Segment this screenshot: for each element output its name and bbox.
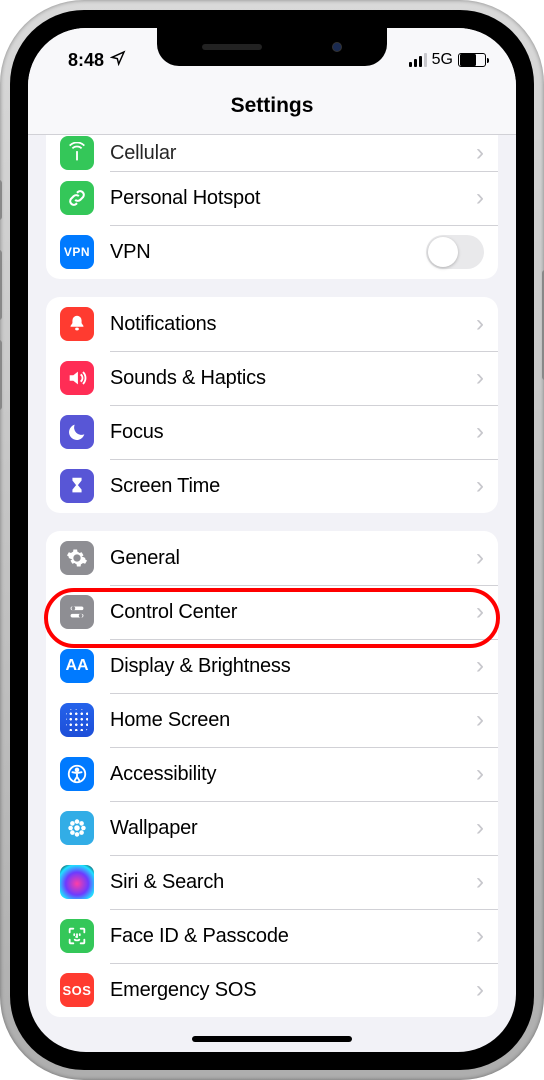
row-label: VPN: [110, 241, 426, 264]
hourglass-icon: [60, 469, 94, 503]
row-label: Notifications: [110, 313, 468, 336]
page-title: Settings: [231, 94, 314, 117]
row-label: Cellular: [110, 142, 468, 165]
phone-bezel: 8:48 5G Settings: [10, 10, 534, 1070]
faceid-icon: [60, 919, 94, 953]
speaker-icon: [60, 361, 94, 395]
row-label: Control Center: [110, 601, 468, 624]
chevron-right-icon: ›: [476, 706, 484, 734]
switches-icon: [60, 595, 94, 629]
row-label: Display & Brightness: [110, 655, 468, 678]
row-label: Wallpaper: [110, 817, 468, 840]
chevron-right-icon: ›: [476, 760, 484, 788]
row-display[interactable]: AA Display & Brightness ›: [46, 639, 498, 693]
flower-icon: [60, 811, 94, 845]
gear-icon: [60, 541, 94, 575]
front-camera: [332, 42, 342, 52]
moon-icon: [60, 415, 94, 449]
row-hotspot[interactable]: Personal Hotspot ›: [46, 171, 498, 225]
row-label: Screen Time: [110, 475, 468, 498]
grid-icon: [60, 703, 94, 737]
row-label: Focus: [110, 421, 468, 444]
group-connectivity: Cellular › Personal Hotspot › VPN VPN: [46, 135, 498, 279]
sos-icon: SOS: [60, 973, 94, 1007]
chevron-right-icon: ›: [476, 976, 484, 1004]
battery-icon: [458, 53, 486, 67]
row-label: Face ID & Passcode: [110, 925, 468, 948]
row-notifications[interactable]: Notifications ›: [46, 297, 498, 351]
row-controlcenter[interactable]: Control Center ›: [46, 585, 498, 639]
chevron-right-icon: ›: [476, 868, 484, 896]
nav-bar: Settings: [28, 80, 516, 135]
row-focus[interactable]: Focus ›: [46, 405, 498, 459]
row-wallpaper[interactable]: Wallpaper ›: [46, 801, 498, 855]
chevron-right-icon: ›: [476, 922, 484, 950]
row-sos[interactable]: SOS Emergency SOS ›: [46, 963, 498, 1017]
row-label: Home Screen: [110, 709, 468, 732]
row-label: Siri & Search: [110, 871, 468, 894]
chevron-right-icon: ›: [476, 418, 484, 446]
row-sounds[interactable]: Sounds & Haptics ›: [46, 351, 498, 405]
row-label: Emergency SOS: [110, 979, 468, 1002]
vpn-icon: VPN: [60, 235, 94, 269]
aa-icon: AA: [60, 649, 94, 683]
siri-icon: [60, 865, 94, 899]
accessibility-icon: [60, 757, 94, 791]
group-alerts: Notifications › Sounds & Haptics ›: [46, 297, 498, 513]
bell-icon: [60, 307, 94, 341]
chevron-right-icon: ›: [476, 184, 484, 212]
row-label: Personal Hotspot: [110, 187, 468, 210]
chevron-right-icon: ›: [476, 472, 484, 500]
volume-down-button: [0, 340, 2, 410]
row-label: General: [110, 547, 468, 570]
row-homescreen[interactable]: Home Screen ›: [46, 693, 498, 747]
chevron-right-icon: ›: [476, 364, 484, 392]
mute-switch: [0, 180, 2, 220]
cellular-signal-icon: [409, 53, 427, 67]
status-time: 8:48: [68, 50, 104, 71]
row-faceid[interactable]: Face ID & Passcode ›: [46, 909, 498, 963]
row-vpn[interactable]: VPN VPN: [46, 225, 498, 279]
row-cellular[interactable]: Cellular ›: [46, 135, 498, 171]
antenna-icon: [60, 136, 94, 170]
earpiece-speaker: [202, 44, 262, 50]
chevron-right-icon: ›: [476, 310, 484, 338]
chevron-right-icon: ›: [476, 544, 484, 572]
settings-scroll-view[interactable]: Cellular › Personal Hotspot › VPN VPN: [28, 135, 516, 1047]
row-siri[interactable]: Siri & Search ›: [46, 855, 498, 909]
link-icon: [60, 181, 94, 215]
row-screentime[interactable]: Screen Time ›: [46, 459, 498, 513]
location-icon: [110, 50, 126, 71]
volume-up-button: [0, 250, 2, 320]
row-general[interactable]: General ›: [46, 531, 498, 585]
chevron-right-icon: ›: [476, 598, 484, 626]
phone-device-frame: 8:48 5G Settings: [0, 0, 544, 1080]
row-label: Accessibility: [110, 763, 468, 786]
phone-screen: 8:48 5G Settings: [28, 28, 516, 1052]
chevron-right-icon: ›: [476, 652, 484, 680]
home-indicator[interactable]: [192, 1036, 352, 1042]
row-accessibility[interactable]: Accessibility ›: [46, 747, 498, 801]
chevron-right-icon: ›: [476, 139, 484, 167]
vpn-toggle[interactable]: [426, 235, 484, 269]
notch: [157, 28, 387, 66]
row-label: Sounds & Haptics: [110, 367, 468, 390]
chevron-right-icon: ›: [476, 814, 484, 842]
group-system: General › Control Center › AA Display & …: [46, 531, 498, 1017]
network-type: 5G: [432, 51, 453, 69]
